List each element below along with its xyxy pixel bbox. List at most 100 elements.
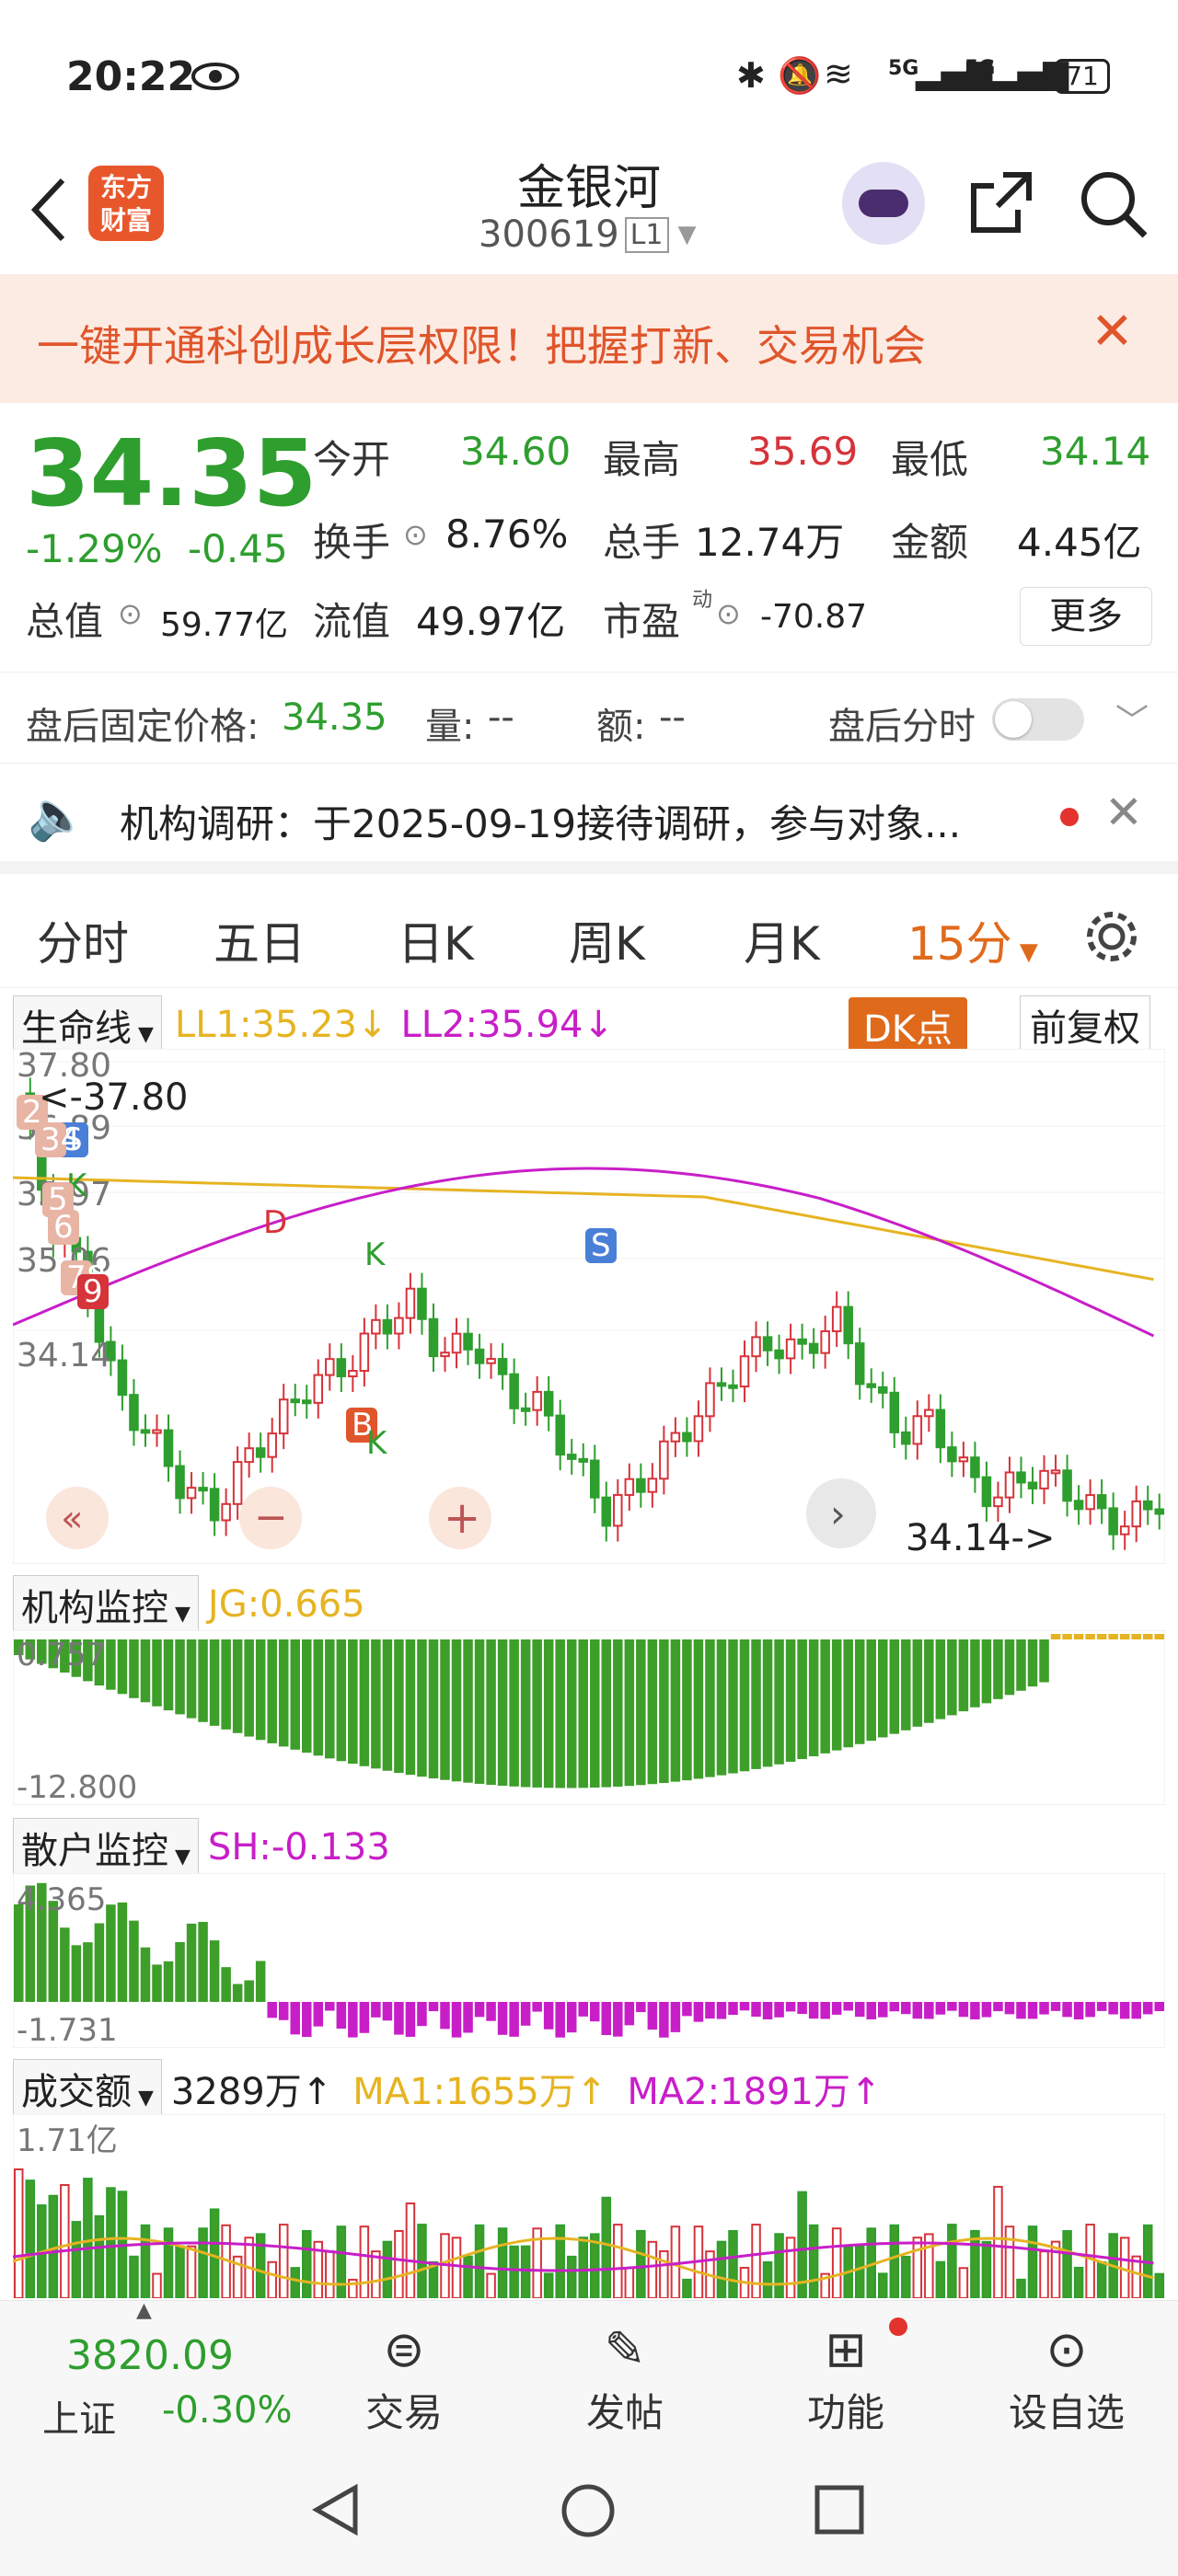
jg-bar — [463, 1639, 473, 1783]
indicator-select[interactable]: 生命线 ▼ — [13, 995, 162, 1054]
volume-bar — [728, 2230, 738, 2298]
volume-bar — [278, 2224, 289, 2298]
info-icon[interactable]: ⊙ — [403, 517, 428, 552]
after-hours-bar: 盘后固定价格: 34.35 量: -- 额: -- 盘后分时 ﹀ — [0, 672, 1178, 764]
adjust-button[interactable]: 前复权 — [1020, 995, 1150, 1054]
index-value[interactable]: 3820.09 — [66, 2332, 234, 2379]
candle-body — [578, 1457, 588, 1463]
dk-point-button[interactable]: DK点 — [849, 997, 968, 1054]
sh-select[interactable]: 散户监控 ▼ — [13, 1818, 199, 1877]
back-triangle-icon[interactable] — [309, 2482, 364, 2537]
tab-week-k[interactable]: 周K — [569, 907, 645, 973]
jg-bar — [290, 1639, 300, 1750]
sh-bar — [728, 2002, 738, 2016]
sh-bar — [302, 2002, 312, 2038]
share-icon[interactable] — [966, 167, 1036, 237]
kline-chart[interactable]: 37.8036.8935.9735.0634.14 SKDKBKS2345678… — [13, 1049, 1165, 1564]
back-arrow-icon[interactable] — [28, 175, 68, 245]
tab-timeshare[interactable]: 分时 — [37, 907, 129, 973]
nav-trade[interactable]: ⊜ 交易 — [335, 2317, 473, 2438]
sh-bar — [601, 2002, 612, 2036]
close-icon[interactable]: ✕ — [1091, 302, 1134, 362]
sh-label: 散户监控 — [21, 1830, 168, 1872]
recents-square-icon[interactable] — [814, 2484, 865, 2536]
stock-code-row[interactable]: 300619 L1 ▼ — [479, 213, 697, 256]
sh-bar — [175, 1941, 185, 2002]
open-label: 今开 — [313, 437, 391, 482]
info-icon[interactable]: ⊙ — [118, 596, 143, 631]
jg-top-label: 0.757 — [17, 1637, 106, 1673]
candle-body — [198, 1487, 208, 1492]
assistant-avatar[interactable] — [842, 162, 925, 245]
tab-15min[interactable]: 15分 ▼ — [907, 907, 1038, 973]
sh-bar — [140, 1947, 151, 2002]
ma2-value: MA2:1891万↑ — [627, 2071, 882, 2113]
jg-bar — [1096, 1634, 1107, 1639]
promo-banner[interactable]: 一键开通科创成长层权限！把握打新、交易机会 ✕ — [0, 274, 1178, 403]
sh-bar — [751, 2002, 761, 2018]
candle-body — [382, 1318, 393, 1335]
volume-bar — [129, 2255, 139, 2298]
jg-bar — [728, 1639, 738, 1774]
jg-bar — [1131, 1634, 1141, 1639]
jg-bar — [566, 1639, 577, 1788]
volume-bar — [94, 2214, 105, 2298]
after-price-label: 盘后固定价格: — [26, 706, 260, 748]
sh-bar — [889, 2002, 900, 2012]
after-vol-label: 量: — [425, 706, 475, 748]
volume-bar — [1004, 2225, 1015, 2298]
sh-bar — [94, 1923, 105, 2002]
jg-bar — [751, 1639, 761, 1769]
tab-five-day[interactable]: 五日 — [214, 907, 306, 973]
change-pct: -1.29% — [26, 526, 163, 571]
caret-up-icon: ▲ — [136, 2299, 152, 2322]
jg-select[interactable]: 机构监控 ▼ — [13, 1575, 199, 1634]
candle-body — [1119, 1525, 1130, 1535]
tab-month-k[interactable]: 月K — [744, 907, 820, 973]
volume-bar — [1016, 2278, 1026, 2298]
volume-bar — [912, 2237, 923, 2298]
nav-add-watchlist-label: 设自选 — [1008, 2390, 1125, 2435]
nav-add-watchlist[interactable]: ⊙ 设自选 — [998, 2317, 1136, 2438]
index-pct[interactable]: -0.30% — [162, 2389, 293, 2432]
dropdown-icon: ▼ — [677, 221, 697, 248]
search-icon[interactable] — [1077, 167, 1150, 241]
notice-bar[interactable]: 🔈 机构调研：于2025-09-19接待调研，参与对象... ✕ — [0, 764, 1178, 874]
info-icon[interactable]: ⊙ — [716, 596, 741, 631]
tab-day-k[interactable]: 日K — [398, 907, 474, 973]
sh-bar — [659, 2002, 669, 2038]
jg-bar — [1108, 1634, 1118, 1639]
more-button[interactable]: 更多 — [1020, 587, 1152, 646]
candle-body — [348, 1370, 358, 1378]
sh-bar — [947, 2002, 957, 2011]
tab-15min-label: 15分 — [907, 917, 1012, 971]
after-hours-toggle[interactable] — [992, 698, 1084, 741]
candle-body — [244, 1447, 254, 1464]
volume-select[interactable]: 成交额 ▼ — [13, 2059, 162, 2118]
volume-bar — [1085, 2224, 1095, 2298]
volume-bar — [394, 2230, 404, 2298]
sh-bar — [693, 2002, 704, 2022]
sh-bar — [405, 2002, 416, 2037]
jg-bar — [221, 1639, 231, 1730]
sh-bar — [705, 2002, 715, 2019]
sh-bar — [981, 2002, 992, 2018]
home-circle-icon[interactable] — [560, 2482, 617, 2539]
sh-bar — [670, 2002, 681, 2032]
index-name[interactable]: 上证 — [42, 2389, 116, 2443]
nav-post[interactable]: ✎ 发帖 — [556, 2317, 694, 2438]
jg-bar — [509, 1639, 519, 1787]
candle-body — [843, 1305, 853, 1345]
edit-icon: ✎ — [604, 2320, 646, 2378]
nav-function[interactable]: ⊞ 功能 — [777, 2317, 915, 2438]
jg-bar — [1050, 1634, 1061, 1639]
unread-dot — [889, 2317, 907, 2336]
after-amt: -- — [659, 696, 686, 739]
close-icon[interactable]: ✕ — [1104, 786, 1143, 839]
chevron-down-icon[interactable]: ﹀ — [1115, 695, 1149, 742]
sh-bar — [278, 2002, 289, 2020]
volume-label: 总手 — [603, 520, 681, 565]
candle-body — [1016, 1471, 1026, 1484]
settings-gear-icon[interactable] — [1082, 907, 1141, 966]
sh-bar — [313, 2002, 324, 2027]
